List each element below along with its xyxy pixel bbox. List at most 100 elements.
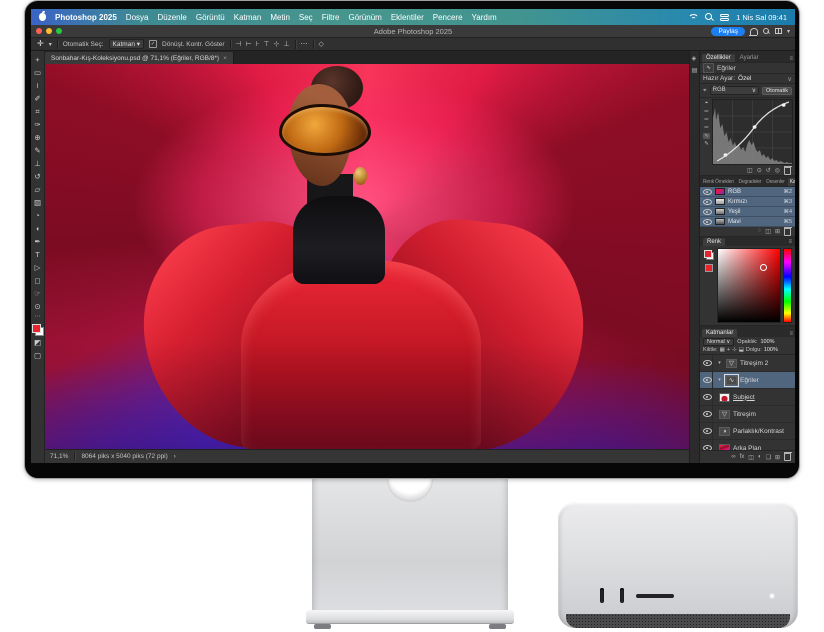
libraries-panel-icon[interactable]: ▤ (692, 67, 698, 74)
channel-row-item[interactable]: Yeşil ⌘4 (700, 207, 795, 217)
auto-button[interactable]: Otomatik (762, 87, 792, 95)
lock-position-icon[interactable]: ⊹ (732, 347, 737, 353)
menu-item[interactable]: Metin (270, 13, 290, 22)
quick-mask-icon[interactable]: ◩ (31, 336, 45, 349)
panel-tab[interactable]: Desenler (764, 178, 786, 186)
delete-channel-icon[interactable] (784, 228, 791, 236)
layer-row[interactable]: ▾ ∿ Eğriler (700, 372, 795, 389)
snap-mode-icon[interactable]: ◇ (319, 40, 324, 48)
panel-tab[interactable]: Renk Örnekleri (701, 178, 736, 186)
panel-tab[interactable]: Ayarlar (736, 54, 763, 62)
wifi-icon[interactable] (688, 14, 698, 21)
canvas[interactable] (45, 64, 689, 449)
delete-adjustment-icon[interactable] (784, 167, 791, 175)
menu-item[interactable]: Görüntü (196, 13, 225, 22)
eye-icon[interactable] (703, 428, 712, 434)
black-point-eyedropper-icon[interactable]: ✑ (704, 109, 709, 115)
gray-point-eyedropper-icon[interactable]: ✑ (704, 117, 709, 123)
panel-tab[interactable]: Degradeler (737, 178, 764, 186)
eye-icon[interactable] (703, 377, 712, 383)
eye-icon[interactable] (703, 189, 712, 195)
save-selection-icon[interactable]: ◫ (765, 228, 771, 235)
layer-name[interactable]: Subject (733, 394, 755, 401)
color-panel-tab[interactable]: Renk (703, 238, 725, 246)
visibility-toggle-icon[interactable]: ◎ (775, 167, 780, 174)
workspace-icon[interactable] (775, 28, 782, 34)
edit-points-icon[interactable]: ∿ (703, 133, 710, 139)
adjustment-layer-icon[interactable]: ◐ (758, 454, 762, 461)
type-tool-icon[interactable]: T (31, 248, 45, 261)
eye-icon[interactable] (703, 360, 712, 366)
eye-icon[interactable] (703, 209, 712, 215)
move-tool-icon[interactable]: + (31, 53, 45, 66)
align-bottom-edges-icon[interactable]: ⊥ (283, 40, 289, 48)
eraser-tool-icon[interactable]: ▱ (31, 183, 45, 196)
color-picker-marker[interactable] (760, 264, 767, 271)
edit-toolbar-icon[interactable]: ⋯ (35, 313, 41, 321)
align-right-edges-icon[interactable]: ⊦ (256, 40, 260, 48)
eyedropper-tool-icon[interactable]: ✑ (31, 118, 45, 131)
align-horizontal-centers-icon[interactable]: ⊢ (246, 40, 252, 48)
brush-tool-icon[interactable]: ✎ (31, 144, 45, 157)
lock-pixels-icon[interactable]: + (727, 347, 730, 353)
history-brush-tool-icon[interactable]: ↺ (31, 170, 45, 183)
align-left-edges-icon[interactable]: ⊣ (236, 40, 242, 48)
status-chevron-icon[interactable]: › (174, 454, 176, 460)
menu-item[interactable]: Pencere (433, 13, 463, 22)
zoom-level[interactable]: 71,1% (50, 453, 68, 460)
healing-tool-icon[interactable]: ⊕ (31, 131, 45, 144)
menu-item[interactable]: Eklentiler (391, 13, 424, 22)
move-tool-icon[interactable]: ✛ (37, 40, 44, 48)
gradient-tool-icon[interactable]: ▨ (31, 196, 45, 209)
pen-tool-icon[interactable]: ✒ (31, 235, 45, 248)
shape-tool-icon[interactable]: ◻ (31, 274, 45, 287)
layer-name[interactable]: Eğriler (740, 377, 759, 384)
tool-preset-chevron-icon[interactable]: ▾ (49, 41, 52, 48)
layers-panel-tab[interactable]: Katmanlar (702, 329, 737, 337)
menu-item[interactable]: Dosya (126, 13, 149, 22)
link-layers-icon[interactable]: ∞ (731, 454, 735, 461)
panel-menu-icon[interactable]: ≡ (789, 56, 793, 62)
channel-row-item[interactable]: RGB ⌘2 (700, 187, 795, 197)
white-point-eyedropper-icon[interactable]: ✑ (704, 125, 709, 131)
layer-name[interactable]: Parlaklık/Kontrast (733, 428, 784, 435)
panel-menu-icon[interactable]: ≡ (788, 239, 792, 245)
reset-icon[interactable]: ↺ (766, 167, 771, 174)
zoom-tool-icon[interactable]: ⊙ (31, 300, 45, 313)
layer-row[interactable]: ▾ ▽ Titreşim (700, 406, 795, 423)
opacity-value[interactable]: 100% (760, 339, 774, 345)
more-options-icon[interactable]: ⋯ (301, 40, 308, 48)
eye-icon[interactable] (703, 219, 712, 225)
menu-item[interactable]: Filtre (322, 13, 340, 22)
align-vertical-centers-icon[interactable]: ⊹ (274, 40, 280, 48)
screen-mode-icon[interactable]: ▢ (31, 349, 45, 362)
pencil-curve-icon[interactable]: ✎ (704, 141, 709, 147)
auto-select-dropdown[interactable]: Katman ▾ (109, 39, 144, 49)
dodge-tool-icon[interactable]: ◖ (31, 222, 45, 235)
menu-item[interactable]: Katman (234, 13, 262, 22)
clip-mask-icon[interactable]: ◫ (747, 167, 753, 174)
document-tab[interactable]: Sonbahar-Kış-Koleksiyonu.psd @ 71,1% (Eğ… (45, 52, 234, 64)
panel-tab[interactable]: Kanallar (788, 178, 795, 186)
eye-icon[interactable] (703, 199, 712, 205)
preset-value[interactable]: Özel (738, 75, 751, 82)
menu-item[interactable]: Düzenle (157, 13, 186, 22)
fill-value[interactable]: 100% (764, 347, 778, 353)
chevron-down-icon[interactable]: ▾ (787, 28, 790, 35)
layer-row[interactable]: ▾ Arka Plan (700, 440, 795, 450)
align-top-edges-icon[interactable]: ⊤ (263, 40, 269, 48)
ps-search-icon[interactable] (763, 28, 770, 35)
layer-mask-icon[interactable]: ◫ (748, 454, 754, 461)
lasso-tool-icon[interactable]: ≀ (31, 79, 45, 92)
eye-icon[interactable] (703, 394, 712, 400)
fg-bg-swatches-icon[interactable] (704, 250, 714, 260)
menu-app-name[interactable]: Photoshop 2025 (55, 13, 117, 22)
close-tab-icon[interactable]: × (223, 55, 227, 62)
curves-graph[interactable] (712, 99, 793, 165)
new-layer-icon[interactable]: ⊞ (775, 454, 780, 461)
gamut-warning-swatch[interactable] (705, 264, 713, 272)
history-panel-icon[interactable]: ◈ (692, 55, 698, 62)
notifications-icon[interactable] (750, 28, 758, 35)
color-swatches[interactable] (32, 324, 44, 336)
menu-item[interactable]: Seç (299, 13, 313, 22)
